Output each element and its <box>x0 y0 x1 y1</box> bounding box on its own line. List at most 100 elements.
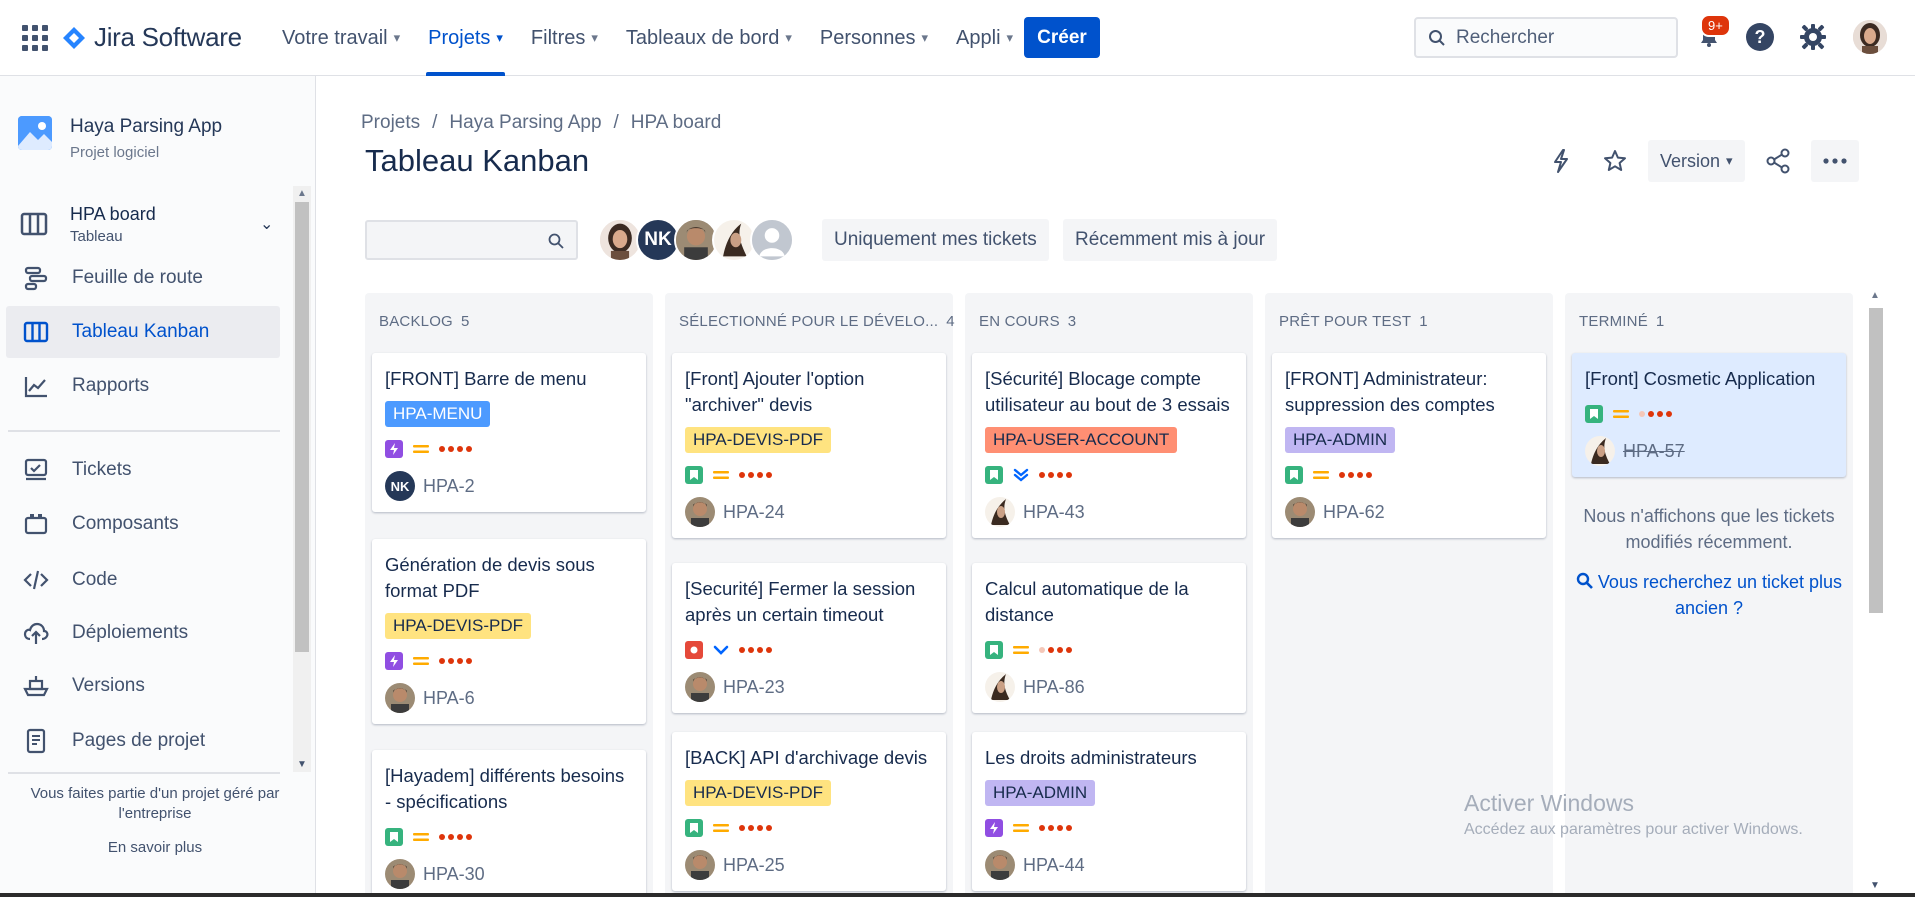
breadcrumb-item[interactable]: HPA board <box>631 112 721 134</box>
menu-projets[interactable]: Projets ▾ <box>414 0 517 76</box>
avatar[interactable]: NK <box>385 471 415 501</box>
sidebar-item-reports[interactable]: Rapports <box>6 360 280 412</box>
avatar-unassigned-icon[interactable] <box>750 218 794 262</box>
issue-card[interactable]: [Front] Ajouter l'option "archiver" devi… <box>672 353 946 538</box>
sidebar-scroll-thumb[interactable] <box>295 202 309 652</box>
sidebar-scrollbar[interactable]: ▲ ▼ <box>293 186 311 772</box>
avatar[interactable] <box>685 497 715 527</box>
column-count: 1 <box>1655 313 1665 330</box>
star-icon[interactable] <box>1594 140 1636 182</box>
menu-label: Projets <box>428 26 491 49</box>
issue-key[interactable]: HPA-62 <box>1323 502 1385 523</box>
card-meta <box>985 818 1233 838</box>
priority-medium-icon <box>712 819 730 837</box>
card-meta <box>1285 465 1533 485</box>
app-switcher-icon[interactable] <box>22 25 48 51</box>
board-search-input[interactable] <box>365 220 578 260</box>
avatar[interactable] <box>385 683 415 713</box>
issue-key[interactable]: HPA-24 <box>723 502 785 523</box>
sidebar-item-deployments[interactable]: Déploiements <box>6 607 280 659</box>
jira-logo[interactable]: Jira Software <box>62 22 242 53</box>
issue-card[interactable]: [Sécurité] Blocage compte utilisateur au… <box>972 353 1246 538</box>
avatar[interactable] <box>985 672 1015 702</box>
avatar[interactable] <box>1585 436 1615 466</box>
share-icon[interactable] <box>1757 140 1799 182</box>
scroll-up-icon[interactable]: ▲ <box>297 188 307 199</box>
menu-label: Personnes <box>819 26 916 49</box>
sidebar-item-code[interactable]: Code <box>6 554 280 606</box>
automation-lightning-icon[interactable] <box>1540 140 1582 182</box>
menu-personnes[interactable]: Personnes ▾ <box>806 0 942 76</box>
scroll-up-icon[interactable]: ▲ <box>1870 290 1880 301</box>
board-selector[interactable]: HPA board Tableau ⌄ <box>20 196 275 252</box>
issue-card[interactable]: Génération de devis sous format PDF HPA-… <box>372 539 646 724</box>
breadcrumb-item[interactable]: Projets <box>361 112 420 134</box>
avatar[interactable] <box>985 850 1015 880</box>
issue-key[interactable]: HPA-44 <box>1023 855 1085 876</box>
menu-votre-travail[interactable]: Votre travail ▾ <box>268 0 414 76</box>
issue-card[interactable]: [FRONT] Administrateur: suppression des … <box>1272 353 1546 538</box>
search-input[interactable]: Rechercher <box>1414 17 1678 58</box>
filter-recently-updated-button[interactable]: Récemment mis à jour <box>1063 219 1278 261</box>
issue-card[interactable]: Calcul automatique de la distance HPA-86 <box>972 563 1246 713</box>
issue-key[interactable]: HPA-57 <box>1623 441 1685 462</box>
settings-gear-icon[interactable] <box>1796 20 1830 54</box>
menu-tableaux-de-bord[interactable]: Tableaux de bord ▾ <box>612 0 806 76</box>
bug-type-icon <box>685 641 703 659</box>
avatar[interactable] <box>685 672 715 702</box>
story-points-dots-icon <box>1639 411 1672 417</box>
issue-key[interactable]: HPA-23 <box>723 677 785 698</box>
issue-card[interactable]: [Front] Cosmetic Application HPA-57 <box>1572 353 1846 477</box>
filter-my-tickets-button[interactable]: Uniquement mes tickets <box>822 219 1049 261</box>
issue-key[interactable]: HPA-43 <box>1023 502 1085 523</box>
avatar[interactable] <box>385 859 415 889</box>
issue-card[interactable]: [Securité] Fermer la session après un ce… <box>672 563 946 713</box>
issue-key[interactable]: HPA-2 <box>423 476 475 497</box>
issue-card[interactable]: [BACK] API d'archivage devis HPA-DEVIS-P… <box>672 732 946 891</box>
footer-text: Vous faites partie d'un projet géré par … <box>30 785 280 822</box>
older-tickets-label: Vous recherchez un ticket plus ancien ? <box>1597 572 1843 618</box>
avatar[interactable] <box>685 850 715 880</box>
sidebar-item-versions[interactable]: Versions <box>6 660 280 712</box>
priority-low-icon <box>712 641 730 659</box>
svg-text:?: ? <box>1755 27 1766 47</box>
older-tickets-link[interactable]: Vous recherchez un ticket plus ancien ? <box>1575 569 1843 621</box>
sidebar-item-components[interactable]: Composants <box>6 498 280 550</box>
create-button[interactable]: Créer <box>1024 17 1100 58</box>
avatar[interactable] <box>985 497 1015 527</box>
version-dropdown[interactable]: Version ▾ <box>1648 140 1745 182</box>
issue-key[interactable]: HPA-6 <box>423 688 475 709</box>
issue-card[interactable]: [Hayadem] différents besoins - spécifica… <box>372 750 646 897</box>
issue-key[interactable]: HPA-30 <box>423 864 485 885</box>
menu-filtres[interactable]: Filtres ▾ <box>517 0 612 76</box>
epic-label: HPA-DEVIS-PDF <box>685 780 832 806</box>
board-scrollbar[interactable]: ▲ ▼ <box>1865 288 1885 893</box>
menu-appli[interactable]: Appli ▾ <box>942 0 1027 76</box>
issue-card[interactable]: Les droits administrateurs HPA-ADMIN HPA… <box>972 732 1246 891</box>
issue-card[interactable]: [FRONT] Barre de menu HPA-MENU NK HPA-2 <box>372 353 646 512</box>
user-avatar[interactable] <box>1853 20 1887 54</box>
card-summary: [FRONT] Administrateur: suppression des … <box>1285 368 1495 415</box>
breadcrumb: Projets / Haya Parsing App / HPA board <box>361 112 721 134</box>
breadcrumb-item[interactable]: Haya Parsing App <box>449 112 601 134</box>
issue-key[interactable]: HPA-25 <box>723 855 785 876</box>
taskbar-edge <box>0 893 1915 897</box>
sidebar-item-tickets[interactable]: Tickets <box>6 444 280 496</box>
project-avatar-icon <box>18 116 52 150</box>
help-icon[interactable]: ? <box>1743 20 1777 54</box>
scroll-down-icon[interactable]: ▼ <box>1870 880 1880 891</box>
board-scroll-thumb[interactable] <box>1869 308 1883 613</box>
avatar[interactable] <box>1285 497 1315 527</box>
project-header[interactable]: Haya Parsing App Projet logiciel <box>18 116 222 161</box>
learn-more-link[interactable]: En savoir plus <box>10 838 300 858</box>
story-type-icon <box>1285 466 1303 484</box>
sidebar-item-project-pages[interactable]: Pages de projet <box>6 715 280 767</box>
scroll-down-icon[interactable]: ▼ <box>297 759 307 770</box>
more-options-icon[interactable] <box>1810 140 1859 182</box>
sidebar-item-kanban[interactable]: Tableau Kanban <box>6 306 280 358</box>
column-name: EN COURS <box>979 313 1060 330</box>
card-meta <box>685 818 933 838</box>
project-type: Projet logiciel <box>70 144 160 161</box>
sidebar-item-roadmap[interactable]: Feuille de route <box>6 252 280 304</box>
issue-key[interactable]: HPA-86 <box>1023 677 1085 698</box>
